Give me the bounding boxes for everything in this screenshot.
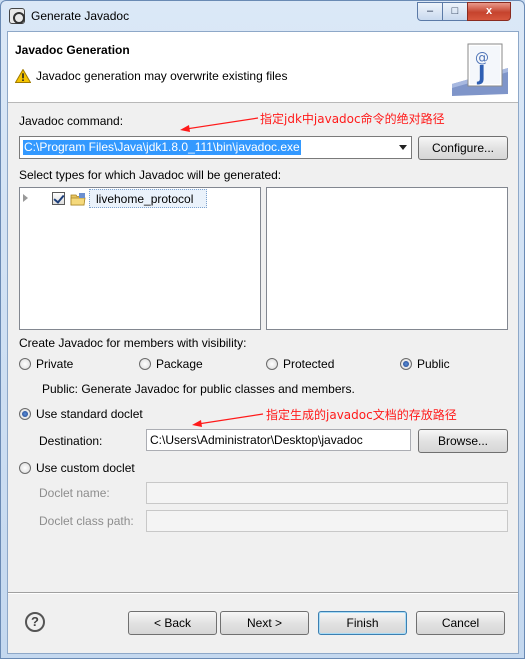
radio-protected[interactable] xyxy=(266,358,278,370)
finish-button[interactable]: Finish xyxy=(318,611,407,635)
dropdown-arrow-icon[interactable] xyxy=(399,145,407,150)
javadoc-command-value: C:\Program Files\Java\jdk1.8.0_111\bin\j… xyxy=(23,140,301,155)
types-tree[interactable] xyxy=(19,187,261,330)
destination-label: Destination: xyxy=(39,434,103,448)
radio-private[interactable] xyxy=(19,358,31,370)
radio-package-label[interactable]: Package xyxy=(156,357,203,371)
warning-icon xyxy=(15,69,31,83)
doclet-class-path-input xyxy=(146,510,508,532)
visibility-description: Public: Generate Javadoc for public clas… xyxy=(42,382,355,396)
custom-doclet-label[interactable]: Use custom doclet xyxy=(36,461,135,475)
configure-button[interactable]: Configure... xyxy=(418,136,508,160)
dialog-client: Javadoc Generation Javadoc generation ma… xyxy=(7,31,519,654)
doclet-name-label: Doclet name: xyxy=(39,486,110,500)
types-label: Select types for which Javadoc will be g… xyxy=(19,168,282,182)
radio-public[interactable] xyxy=(400,358,412,370)
visibility-label: Create Javadoc for members with visibili… xyxy=(19,336,247,350)
doclet-class-path-label: Doclet class path: xyxy=(39,514,134,528)
tree-item-checkbox[interactable] xyxy=(52,192,65,205)
doclet-name-input xyxy=(146,482,508,504)
close-button[interactable]: x xyxy=(467,2,511,21)
dialog-window: Generate Javadoc – □ x Javadoc Generatio… xyxy=(0,0,525,659)
minimize-button[interactable]: – xyxy=(417,2,443,21)
types-list[interactable] xyxy=(266,187,508,330)
javadoc-command-combo[interactable]: C:\Program Files\Java\jdk1.8.0_111\bin\j… xyxy=(19,136,412,159)
annotation-destination: 指定生成的javadoc文档的存放路径 xyxy=(266,408,457,422)
back-button[interactable]: < Back xyxy=(128,611,217,635)
annotation-arrow-destination xyxy=(197,413,264,425)
radio-standard-doclet[interactable] xyxy=(19,408,31,420)
footer-separator xyxy=(8,592,518,594)
next-button[interactable]: Next > xyxy=(220,611,309,635)
cancel-button[interactable]: Cancel xyxy=(416,611,505,635)
help-icon[interactable]: ? xyxy=(25,612,45,632)
maximize-button[interactable]: □ xyxy=(442,2,468,21)
annotation-arrow-command xyxy=(185,117,259,130)
browse-button[interactable]: Browse... xyxy=(418,429,508,453)
title-bar[interactable]: Generate Javadoc – □ x xyxy=(1,1,524,31)
radio-package[interactable] xyxy=(139,358,151,370)
svg-text:J: J xyxy=(476,61,485,85)
banner-message: Javadoc generation may overwrite existin… xyxy=(36,69,288,83)
annotation-command: 指定jdk中javadoc命令的绝对路径 xyxy=(260,112,445,126)
radio-private-label[interactable]: Private xyxy=(36,357,73,371)
eclipse-app-icon xyxy=(9,8,25,24)
destination-input[interactable]: C:\Users\Administrator\Desktop\javadoc xyxy=(146,429,411,451)
javadoc-wizard-icon: @ J xyxy=(452,43,508,96)
javadoc-command-label: Javadoc command: xyxy=(19,114,124,128)
window-title: Generate Javadoc xyxy=(31,9,130,23)
wizard-banner: Javadoc Generation Javadoc generation ma… xyxy=(8,32,518,103)
standard-doclet-label[interactable]: Use standard doclet xyxy=(36,407,143,421)
radio-protected-label[interactable]: Protected xyxy=(283,357,334,371)
radio-custom-doclet[interactable] xyxy=(19,462,31,474)
radio-public-label[interactable]: Public xyxy=(417,357,450,371)
tree-item[interactable]: livehome_protocol xyxy=(89,189,207,208)
banner-title: Javadoc Generation xyxy=(15,43,130,57)
expand-arrow-icon[interactable] xyxy=(23,194,28,202)
tree-item-label: livehome_protocol xyxy=(96,192,194,206)
project-folder-icon xyxy=(70,193,86,206)
